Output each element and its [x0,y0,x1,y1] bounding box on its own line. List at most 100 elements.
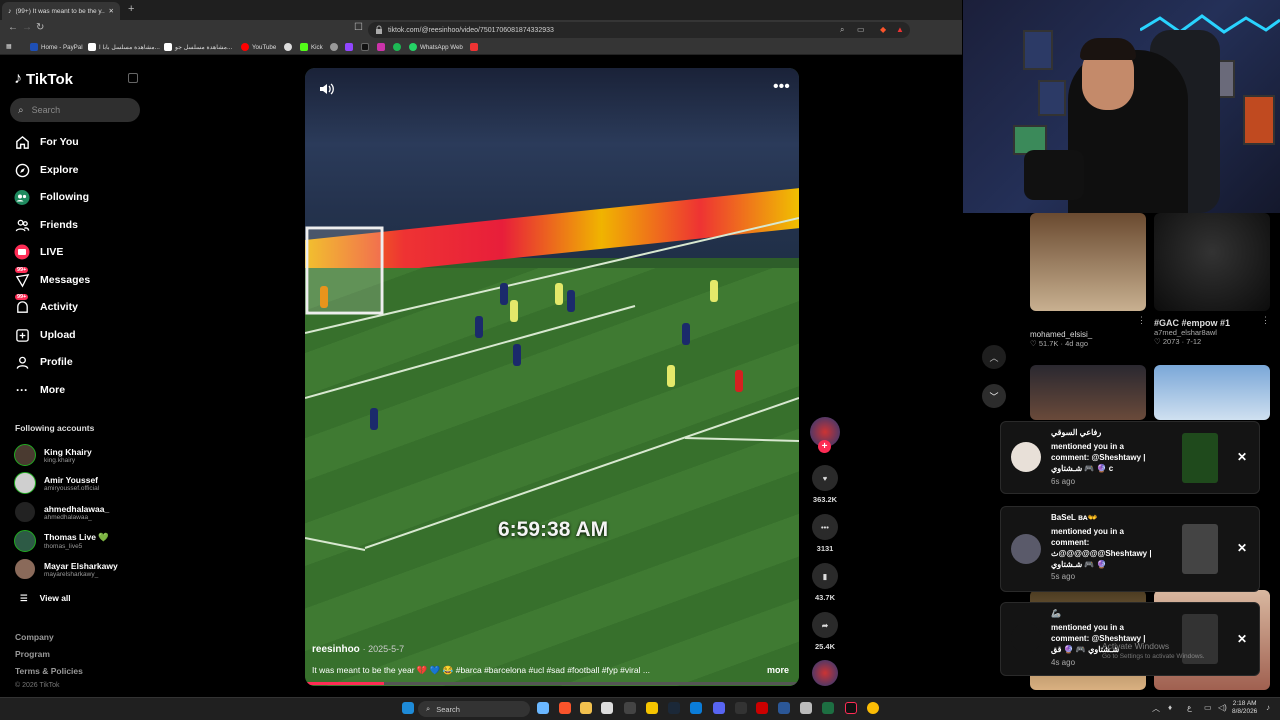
feed-thumbnail[interactable] [1154,213,1270,311]
bookmark-ext-1[interactable] [284,43,292,51]
share-page-icon[interactable]: ▭ [857,25,865,34]
brave-rewards-icon[interactable]: ▲ [896,25,904,34]
close-notification-icon[interactable]: ✕ [1237,450,1247,464]
next-video-button[interactable]: ﹀ [982,384,1006,408]
following-account[interactable]: King Khairy king.khairy [14,444,92,466]
nav-explore[interactable]: Explore [14,160,79,180]
url-bar[interactable]: tiktok.com/@reesinhoo/video/750170608187… [368,22,910,38]
following-account[interactable]: Thomas Live 💚 thomas_live5 [14,530,109,552]
adobe-icon[interactable] [756,702,768,714]
taskbar-search[interactable]: ⌕ Search [418,701,530,717]
notification-bell-icon[interactable]: ♪ [1266,703,1270,712]
mention-notification[interactable]: 🦾 mentioned you in a comment: @Sheshtawy… [1000,602,1260,676]
bookmark-kick[interactable]: Kick [300,43,323,51]
chrome-icon[interactable] [867,702,879,714]
comment-button[interactable]: ••• 3131 [809,514,841,553]
brave-shield-icon[interactable]: ◆ [880,25,886,34]
close-tab-icon[interactable]: ✕ [109,7,114,15]
volume-icon[interactable] [319,82,335,96]
steam-icon[interactable] [668,702,680,714]
feed-options-icon[interactable]: ⋮ [1261,315,1270,326]
nav-profile[interactable]: Profile [14,352,73,372]
word-icon[interactable] [778,702,790,714]
video-author[interactable]: reesinhoo · 2025-5-7 [312,644,404,655]
feed-thumbnail[interactable] [1030,213,1146,311]
close-notification-icon[interactable]: ✕ [1237,632,1247,646]
mention-notification[interactable]: BaSeL ʙᴀ👐 mentioned you in a comment: ث@… [1000,506,1260,592]
language-indicator[interactable]: ع [1187,703,1192,712]
mention-notification[interactable]: رفاعي السوقي mentioned you in a comment:… [1000,421,1260,494]
nav-activity[interactable]: 99+ Activity [14,294,78,317]
caption-more-button[interactable]: more [767,665,789,675]
apps-grid-icon[interactable]: ▦ [6,43,12,50]
nav-live[interactable]: LIVE [14,242,63,262]
tiktok-logo[interactable]: ♪ TikTok [14,70,73,88]
forward-icon[interactable]: → [22,22,32,33]
file-explorer-icon[interactable] [580,702,592,714]
taskbar-clock[interactable]: 2:18 AM 8/8/2026 [1232,700,1257,716]
save-button[interactable]: ▮ 43.7K [809,563,841,602]
new-tab-button[interactable]: + [128,3,134,15]
following-account[interactable]: Amir Youssef amiryoussef.official [14,472,99,494]
bookmark-spotify[interactable] [393,43,401,51]
bookmark-tiktok[interactable] [361,43,369,51]
app-icon[interactable] [646,702,658,714]
app-icon[interactable] [735,702,747,714]
feed-thumbnail[interactable] [1030,365,1146,420]
footer-program[interactable]: Program [15,649,50,659]
collapse-sidebar-icon[interactable] [128,73,138,83]
reload-icon[interactable]: ↻ [36,22,44,33]
edge-icon[interactable] [690,702,702,714]
copilot-icon[interactable] [537,702,549,714]
video-player[interactable]: 6:59:38 AM ••• reesinhoo · 2025-5-7 It w… [305,68,799,686]
wifi-icon[interactable]: ▭ [1204,703,1212,712]
bookmark-ext-2[interactable] [330,43,338,51]
video-options-icon[interactable]: ••• [773,78,790,96]
previous-video-button[interactable]: ︿ [982,345,1006,369]
share-button[interactable]: ➦ 25.4K [809,612,841,651]
bookmark-ext-4[interactable] [470,43,478,51]
nav-for-you[interactable]: For You [14,132,79,152]
view-all-button[interactable]: ☰ View all [20,593,71,604]
bookmark-paypal[interactable]: Home - PayPal [30,43,83,51]
brave-browser-icon[interactable] [559,702,571,714]
site-info-icon[interactable] [375,25,383,34]
zoom-icon[interactable]: ⌕ [840,25,844,35]
volume-tray-icon[interactable]: ◁) [1218,703,1227,712]
notepad-icon[interactable] [800,702,812,714]
nav-messages[interactable]: 99+ Messages [14,267,90,290]
feed-item-meta[interactable]: mohamed_elsisi_ ♡ 51.7K · 4d ago [1030,330,1092,348]
nav-more[interactable]: ··· More [14,380,65,400]
nav-following[interactable]: Following [14,187,89,207]
like-button[interactable]: ♥ 363.2K [809,465,841,504]
windows-start-icon[interactable] [402,702,414,714]
excel-icon[interactable] [822,702,834,714]
mic-tray-icon[interactable]: ♦ [1168,703,1172,712]
feed-options-icon[interactable]: ⋮ [1137,315,1146,326]
bookmark-ext-3[interactable] [377,43,385,51]
feed-item-meta[interactable]: #GAC #empow #1 a7med_elshar8awl ♡ 2073 ·… [1154,318,1230,346]
nav-upload[interactable]: Upload [14,325,76,345]
video-progress-bar[interactable] [305,682,799,685]
nav-friends[interactable]: Friends [14,215,78,235]
feed-thumbnail[interactable] [1154,365,1270,420]
following-account[interactable]: ahmedhalawaa_ ahmedhalawaa_ [14,501,109,523]
follow-plus-icon[interactable]: + [818,440,831,453]
footer-terms[interactable]: Terms & Policies [15,666,83,676]
bookmark-youtube[interactable]: YouTube [241,43,276,51]
following-account[interactable]: Mayar Elsharkawy mayarelsharkawy_ [14,558,118,580]
search-input[interactable]: ⌕ Search [10,98,140,122]
discord-icon[interactable] [713,702,725,714]
music-disc-icon[interactable] [812,660,838,686]
footer-company[interactable]: Company [15,632,54,642]
bookmark-twitch[interactable] [345,43,353,51]
store-icon[interactable] [601,702,613,714]
back-icon[interactable]: ← [8,22,18,33]
tray-chevron-icon[interactable]: ︿ [1152,703,1160,714]
browser-tab[interactable]: ♪ (99+) It was meant to be the y... ✕ [2,2,120,20]
obs-icon[interactable] [624,702,636,714]
tiktok-app-icon[interactable] [845,702,857,714]
bookmark-series-2[interactable]: مشاهدة مسلسل جو... [164,43,232,51]
bookmark-page-icon[interactable]: ☐ [354,22,363,33]
bookmark-series-1[interactable]: مشاهدة مسلسل بابا ا... [88,43,160,51]
